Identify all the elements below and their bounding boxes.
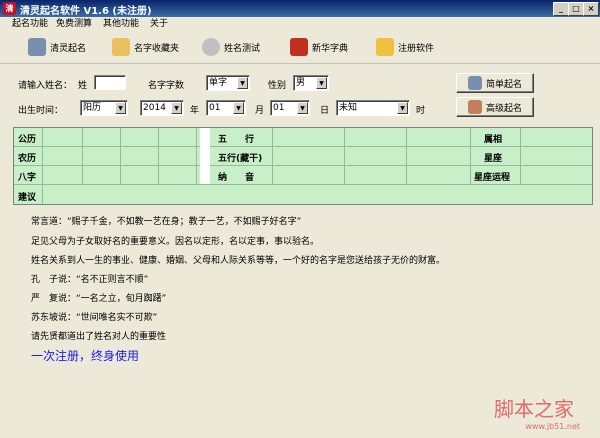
- grid-label-zodiac: 属相: [484, 135, 503, 145]
- maximize-button[interactable]: □: [568, 2, 584, 16]
- title-bar: 清 清灵起名软件 V1.6 (未注册) _ □ ×: [0, 0, 600, 17]
- toolbar-label: 注册软件: [398, 43, 435, 54]
- grid-label-horoscope: 星座运程: [474, 173, 511, 183]
- chevron-down-icon: ▼: [233, 102, 244, 114]
- name-count-value: 单字: [209, 78, 228, 88]
- day-value: 01: [273, 103, 285, 113]
- watermark-logo: 脚本之家 www.jb51.net: [494, 393, 584, 431]
- menu-naming[interactable]: 起名功能: [10, 17, 50, 31]
- month-value: 01: [209, 103, 221, 113]
- surname-label: 请输入姓名：: [18, 81, 73, 91]
- minimize-button[interactable]: _: [553, 2, 569, 16]
- menu-about[interactable]: 关于: [148, 17, 170, 31]
- quote-line: 足见父母为子女取好名的重要意义。因名以定形，名以定事，事以验名。: [31, 237, 320, 247]
- gender-select[interactable]: 男 ▼: [293, 75, 329, 91]
- advanced-naming-label: 高级起名: [485, 103, 522, 114]
- toolbar: 清灵起名 名字收藏夹 姓名测试 新华字典 注册软件: [0, 31, 600, 64]
- chevron-down-icon: ▼: [115, 102, 126, 114]
- info-grid: 公历 农历 八字 建议 五 行 五行(藏干) 纳 音 属相 星座 星座运程: [13, 127, 593, 205]
- toolbar-favorites-button[interactable]: 名字收藏夹: [112, 35, 179, 59]
- hour-select[interactable]: 未知 ▼: [336, 100, 410, 116]
- gender-label: 性别: [268, 81, 287, 91]
- grid-label-wuxing: 五 行: [218, 135, 255, 145]
- toolbar-dictionary-button[interactable]: 新华字典: [290, 35, 348, 59]
- toolbar-naming-button[interactable]: 清灵起名: [28, 35, 86, 59]
- grid-label-nayin: 纳 音: [218, 173, 255, 183]
- name-count-select[interactable]: 单字 ▼: [206, 75, 250, 91]
- surname-prefix: 姓: [78, 81, 88, 91]
- grid-label-bazi: 八字: [18, 173, 37, 183]
- cd-icon: [202, 38, 220, 56]
- grid-label-wuxing-hidden: 五行(藏干): [218, 154, 263, 164]
- toolbar-label: 清灵起名: [50, 43, 87, 54]
- key-icon: [376, 38, 394, 56]
- calendar-select[interactable]: 阳历 ▼: [80, 100, 128, 116]
- advanced-naming-button[interactable]: 高级起名: [456, 97, 534, 117]
- menu-bar: 起名功能 免费测算 其他功能 关于: [0, 17, 600, 31]
- magnifier-icon: [467, 76, 482, 90]
- grid-label-suggestion: 建议: [18, 193, 37, 203]
- quote-line: 苏东坡说：“世间唯名实不可欺”: [31, 313, 158, 323]
- hour-label: 时: [416, 106, 426, 116]
- day-label: 日: [320, 106, 330, 116]
- app-icon: 清: [3, 2, 16, 15]
- year-value: 2014: [143, 103, 166, 113]
- name-count-label: 名字字数: [148, 81, 185, 91]
- month-select[interactable]: 01 ▼: [206, 100, 246, 116]
- magnifier-icon: [28, 38, 46, 56]
- month-label: 月: [255, 106, 265, 116]
- toolbar-label: 新华字典: [312, 43, 349, 54]
- quote-line: 孔 子说：“名不正则言不顺”: [31, 275, 149, 285]
- quote-line: 严 复说：“一名之立，旬月踟躇”: [31, 294, 167, 304]
- quote-line: 请先贤都道出了姓名对人的重要性: [31, 332, 167, 342]
- chevron-down-icon: ▼: [316, 77, 327, 89]
- menu-free-test[interactable]: 免费测算: [54, 17, 94, 31]
- toolbar-label: 姓名测试: [224, 43, 261, 54]
- user-icon: [467, 100, 482, 114]
- gender-value: 男: [296, 78, 306, 88]
- simple-naming-label: 简单起名: [485, 79, 522, 90]
- window-title: 清灵起名软件 V1.6 (未注册): [20, 6, 152, 17]
- book-icon: [290, 38, 308, 56]
- grid-label-constellation: 星座: [484, 154, 503, 164]
- simple-naming-button[interactable]: 简单起名: [456, 73, 534, 93]
- watermark-url: www.jb51.net: [525, 422, 580, 431]
- close-button[interactable]: ×: [583, 2, 599, 16]
- watermark-text: 脚本之家: [494, 397, 574, 421]
- quote-line: 常言道：“赐子千金，不如教一艺在身；教子一艺，不如赐子好名字”: [31, 217, 302, 227]
- toolbar-label: 名字收藏夹: [134, 43, 180, 54]
- day-select[interactable]: 01 ▼: [270, 100, 310, 116]
- chevron-down-icon: ▼: [297, 102, 308, 114]
- birth-label: 出生时间：: [18, 106, 64, 116]
- year-label: 年: [190, 106, 200, 116]
- surname-input[interactable]: [94, 75, 126, 90]
- grid-label-lunar: 农历: [18, 154, 37, 164]
- menu-other[interactable]: 其他功能: [101, 17, 141, 31]
- quote-line: 姓名关系到人一生的事业、健康、婚姻、父母和人际关系等等，一个好的名字是您送给孩子…: [31, 256, 446, 266]
- hour-value: 未知: [339, 103, 358, 113]
- toolbar-register-button[interactable]: 注册软件: [376, 35, 434, 59]
- chevron-down-icon: ▼: [397, 102, 408, 114]
- folder-icon: [112, 38, 130, 56]
- calendar-value: 阳历: [83, 103, 102, 113]
- year-select[interactable]: 2014 ▼: [140, 100, 184, 116]
- grid-label-gregorian: 公历: [18, 135, 37, 145]
- register-slogan: 一次注册，终身使用: [31, 349, 140, 363]
- toolbar-name-test-button[interactable]: 姓名测试: [202, 35, 260, 59]
- chevron-down-icon: ▼: [237, 77, 248, 89]
- chevron-down-icon: ▼: [171, 102, 182, 114]
